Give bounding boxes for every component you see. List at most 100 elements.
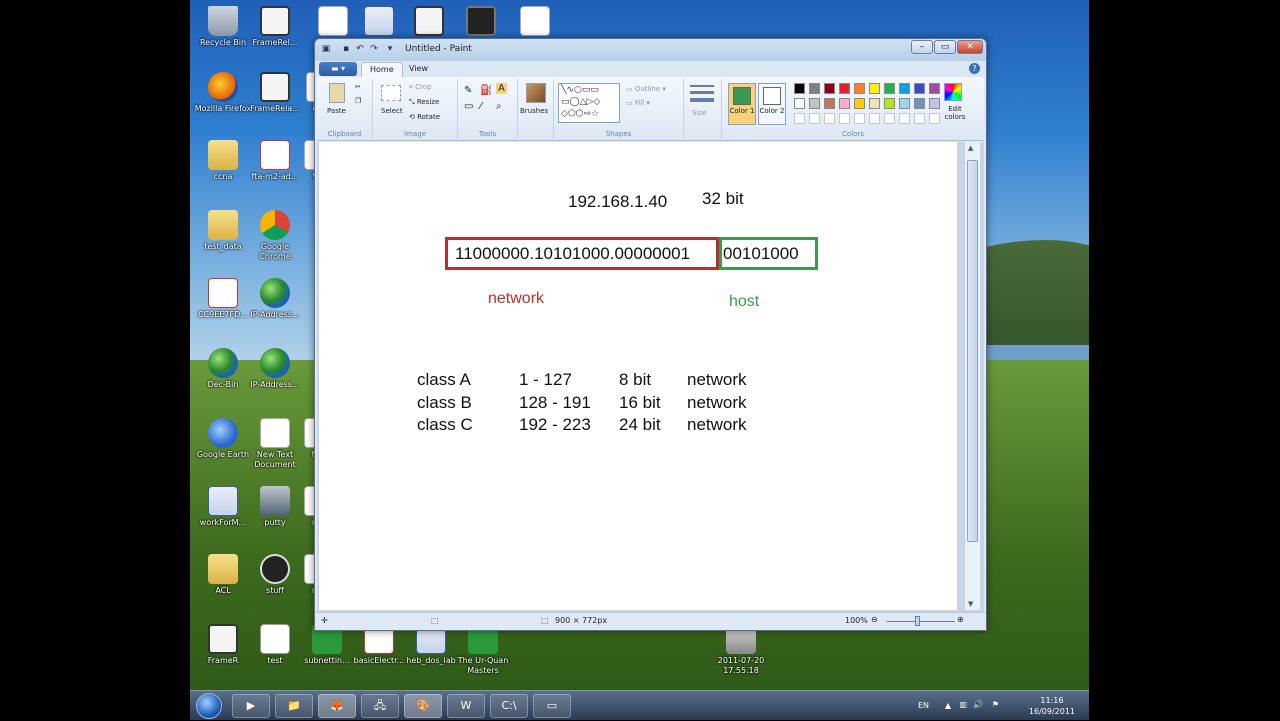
custom-color-slot[interactable]: [914, 113, 925, 124]
palette-swatch[interactable]: [824, 98, 835, 109]
network-button[interactable]: 🖧: [361, 694, 399, 718]
desktop-icon[interactable]: [452, 6, 510, 38]
desktop-icon[interactable]: IP-Address...: [246, 348, 304, 390]
word-button[interactable]: W: [447, 694, 485, 718]
custom-color-slot[interactable]: [824, 113, 835, 124]
copy-icon[interactable]: ❐: [355, 97, 361, 105]
vertical-scrollbar[interactable]: ▲ ▼: [964, 142, 980, 610]
undo-icon[interactable]: ↶: [355, 44, 365, 54]
palette-swatch[interactable]: [854, 83, 865, 94]
show-hidden-icons-icon[interactable]: ▲: [945, 701, 951, 710]
size-button[interactable]: Size: [692, 109, 706, 117]
language-indicator[interactable]: EN: [918, 701, 929, 710]
custom-color-slot[interactable]: [854, 113, 865, 124]
palette-swatch[interactable]: [839, 98, 850, 109]
resize-button[interactable]: ⤡ Resize: [409, 98, 439, 107]
zoom-slider[interactable]: [887, 621, 955, 622]
desktop-icon[interactable]: [400, 6, 458, 38]
palette-swatch[interactable]: [794, 98, 805, 109]
shapes-gallery[interactable]: ╲∿○▭▭ ▭◯△▷◇ ◇⬠⬡⇨☆: [558, 83, 620, 123]
palette-swatch[interactable]: [854, 98, 865, 109]
pencil-icon[interactable]: ✎: [464, 85, 472, 96]
desktop-icon[interactable]: FrameR: [194, 624, 252, 666]
custom-color-slot[interactable]: [899, 113, 910, 124]
drawing-canvas[interactable]: 192.168.1.40 32 bit 11000000.10101000.00…: [319, 142, 957, 610]
scrollbar-thumb[interactable]: [967, 160, 978, 542]
palette-swatch[interactable]: [809, 98, 820, 109]
palette-swatch[interactable]: [869, 98, 880, 109]
color1-button[interactable]: Color 1: [728, 83, 756, 125]
scroll-up-icon[interactable]: ▲: [968, 144, 973, 152]
palette-swatch[interactable]: [824, 83, 835, 94]
desktop-icon[interactable]: The Ur-Quan Masters: [454, 624, 512, 676]
cut-icon[interactable]: ✂: [355, 83, 361, 91]
fill-button[interactable]: ▭ Fill ▾: [626, 99, 650, 107]
desktop-icon[interactable]: FrameRel...: [246, 6, 304, 48]
command-prompt-button[interactable]: C:\: [490, 694, 528, 718]
select-icon[interactable]: [381, 85, 401, 101]
edit-colors-icon[interactable]: [944, 83, 962, 101]
palette-swatch[interactable]: [929, 98, 940, 109]
desktop-icon[interactable]: ccna: [194, 140, 252, 182]
brush-icon[interactable]: [526, 83, 546, 103]
palette-swatch[interactable]: [914, 83, 925, 94]
palette-swatch[interactable]: [809, 83, 820, 94]
desktop-icon[interactable]: workForM...: [194, 486, 252, 528]
custom-color-slot[interactable]: [839, 113, 850, 124]
scroll-down-icon[interactable]: ▼: [968, 600, 973, 608]
desktop-icon[interactable]: Mozilla Firefox: [194, 72, 252, 114]
tab-view[interactable]: View: [401, 62, 436, 77]
rotate-button[interactable]: ⟲ Rotate: [409, 113, 440, 121]
paste-button[interactable]: Paste: [327, 107, 346, 115]
title-bar[interactable]: ▣ ▪ ↶ ↷ ▾ Untitled - Paint – ▭ ✕: [315, 39, 986, 61]
close-button[interactable]: ✕: [957, 40, 983, 54]
desktop-icon[interactable]: [506, 6, 564, 38]
action-center-icon[interactable]: ⚑: [992, 700, 999, 709]
eraser-icon[interactable]: ▭: [464, 101, 473, 112]
volume-icon[interactable]: 🔊: [973, 700, 983, 709]
fill-icon[interactable]: ⛽: [480, 85, 492, 96]
palette-swatch[interactable]: [869, 83, 880, 94]
custom-color-slot[interactable]: [809, 113, 820, 124]
redo-icon[interactable]: ↷: [369, 44, 379, 54]
tab-home[interactable]: Home: [361, 62, 403, 77]
explorer-button[interactable]: 📁: [275, 694, 313, 718]
brushes-button[interactable]: Brushes: [520, 107, 548, 115]
custom-color-slot[interactable]: [929, 113, 940, 124]
zoom-out-icon[interactable]: ⊖: [871, 615, 878, 624]
palette-swatch[interactable]: [914, 98, 925, 109]
start-button[interactable]: [196, 693, 222, 719]
zoom-slider-thumb[interactable]: [915, 616, 920, 626]
maximize-button[interactable]: ▭: [934, 40, 956, 54]
desktop-icon[interactable]: CC9EE7FD...: [194, 278, 252, 320]
custom-color-slot[interactable]: [884, 113, 895, 124]
clock[interactable]: 11:16 16/09/2011: [1029, 695, 1075, 717]
customize-quick-access-icon[interactable]: ▾: [385, 44, 395, 54]
color-picker-icon[interactable]: ⁄: [480, 101, 482, 112]
crop-button[interactable]: ⌗ Crop: [409, 83, 432, 92]
palette-swatch[interactable]: [929, 83, 940, 94]
desktop-icon[interactable]: ACL: [194, 554, 252, 596]
edit-colors-button[interactable]: Edit colors: [940, 105, 970, 121]
select-button[interactable]: Select: [381, 107, 403, 115]
palette-swatch[interactable]: [884, 83, 895, 94]
media-player-button[interactable]: ▶: [232, 694, 270, 718]
desktop-icon[interactable]: Recycle Bin: [194, 6, 252, 48]
palette-swatch[interactable]: [839, 83, 850, 94]
firefox-button[interactable]: 🦊: [318, 694, 356, 718]
network-icon[interactable]: ▥: [959, 700, 967, 709]
desktop-icon[interactable]: IP-Address...: [246, 278, 304, 320]
desktop-icon[interactable]: test: [246, 624, 304, 666]
desktop-icon[interactable]: Google Chrome: [246, 210, 304, 262]
palette-swatch[interactable]: [884, 98, 895, 109]
custom-color-slot[interactable]: [794, 113, 805, 124]
text-tool-icon[interactable]: A: [496, 83, 507, 94]
window-taskbar-button[interactable]: ▭: [533, 694, 571, 718]
paint-taskbar-button[interactable]: 🎨: [404, 694, 442, 718]
paste-icon[interactable]: [329, 83, 345, 103]
desktop-icon[interactable]: Dec-Bin: [194, 348, 252, 390]
custom-color-slot[interactable]: [869, 113, 880, 124]
zoom-in-icon[interactable]: ⊕: [957, 615, 964, 624]
color2-button[interactable]: Color 2: [758, 83, 786, 125]
paint-app-icon[interactable]: ▣: [321, 44, 331, 54]
